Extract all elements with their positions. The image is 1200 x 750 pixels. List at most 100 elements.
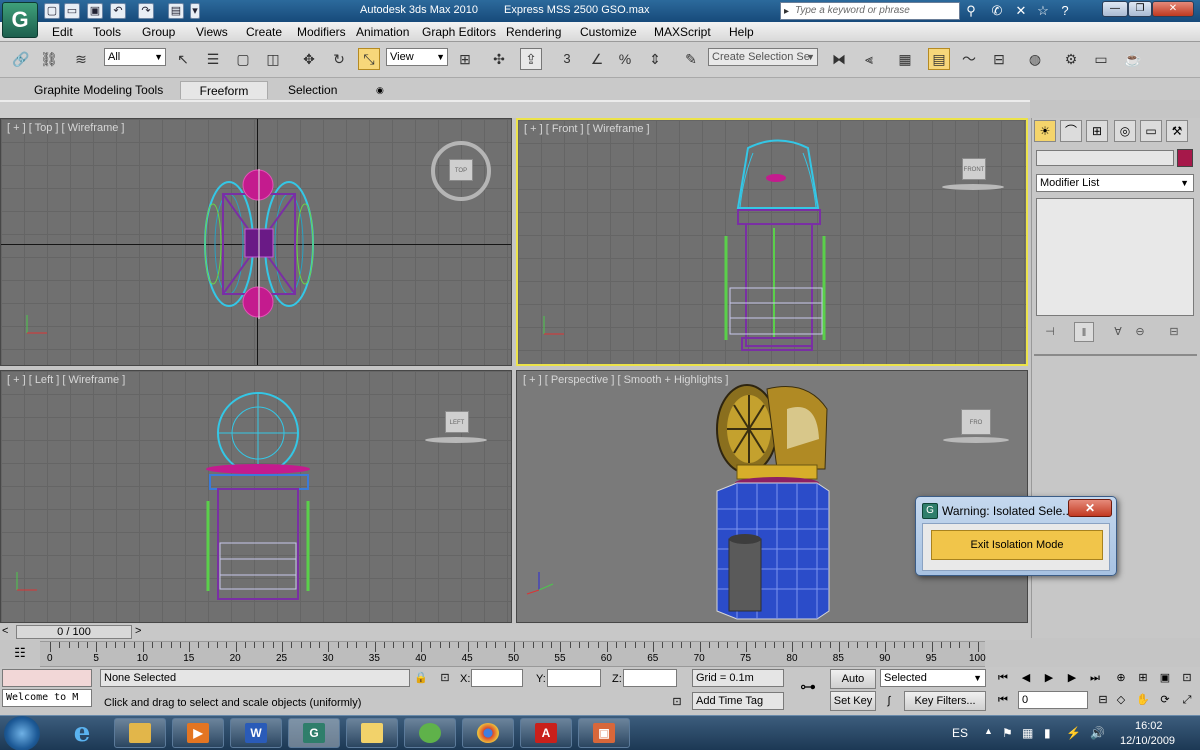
hierarchy-tab-icon[interactable]: ⊞ — [1086, 120, 1108, 142]
time-slider-prev-icon[interactable]: < — [2, 625, 8, 637]
viewcube-icon[interactable]: FRO — [961, 409, 991, 435]
clock-time[interactable]: 16:02 — [1135, 720, 1163, 732]
volume-icon[interactable]: 🔊 — [1090, 726, 1105, 740]
zoom-all-icon[interactable]: ⊞ — [1134, 669, 1152, 687]
window-crossing-icon[interactable]: ◫ — [262, 48, 284, 70]
x-coordinate-input[interactable] — [471, 669, 523, 687]
taskbar-folder[interactable] — [346, 718, 398, 748]
display-tab-icon[interactable]: ▭ — [1140, 120, 1162, 142]
menu-group[interactable]: Group — [142, 25, 175, 39]
key-mode-toggle-icon[interactable]: ⏮ — [994, 691, 1012, 709]
taskbar-tool[interactable]: ▣ — [578, 718, 630, 748]
lock-selection-icon[interactable]: 🔒 — [412, 669, 430, 687]
taskbar-media-player[interactable]: ▶ — [172, 718, 224, 748]
render-setup-icon[interactable]: ⚙ — [1060, 48, 1082, 70]
absolute-mode-icon[interactable]: ⊡ — [436, 669, 454, 687]
menu-tools[interactable]: Tools — [93, 25, 121, 39]
set-key-icon[interactable]: ⊶ — [794, 679, 822, 697]
viewcube-widget[interactable]: FRO — [941, 407, 1011, 447]
tab-freeform[interactable]: Freeform — [180, 81, 268, 99]
taskbar-chrome[interactable] — [462, 718, 514, 748]
make-unique-icon[interactable]: ∀ — [1108, 322, 1128, 342]
maximize-viewport-icon[interactable]: ⤢ — [1178, 691, 1196, 709]
menu-views[interactable]: Views — [196, 25, 228, 39]
create-tab-icon[interactable]: ☀ — [1034, 120, 1056, 142]
restore-button[interactable]: ❐ — [1128, 1, 1152, 17]
battery-icon[interactable]: ▮ — [1044, 726, 1051, 740]
angle-snap-icon[interactable]: ∠ — [586, 48, 608, 70]
minimize-button[interactable]: — — [1102, 1, 1128, 17]
pivot-center-icon[interactable]: ⊞ — [454, 48, 476, 70]
go-to-end-icon[interactable]: ⏭ — [1086, 669, 1104, 687]
object-name-field[interactable] — [1036, 150, 1174, 166]
y-coordinate-input[interactable] — [547, 669, 601, 687]
modify-tab-icon[interactable]: ⌒ — [1060, 120, 1082, 142]
viewcube-icon[interactable]: LEFT — [445, 411, 469, 433]
key-tangent-icon[interactable]: ∫ — [880, 692, 898, 710]
taskbar-explorer[interactable] — [114, 718, 166, 748]
close-window-button[interactable]: ✕ — [1152, 1, 1194, 17]
ribbon-options-icon[interactable]: ◉ — [370, 81, 390, 99]
taskbar-pdf[interactable]: A — [520, 718, 572, 748]
pan-view-icon[interactable]: ✋ — [1134, 691, 1152, 709]
mirror-icon[interactable]: ⧓ — [828, 48, 850, 70]
viewcube-icon[interactable]: TOP — [449, 159, 473, 181]
viewcube-ring[interactable]: TOP — [431, 141, 491, 201]
viewport-label[interactable]: [ + ] [ Perspective ] [ Smooth + Highlig… — [523, 374, 728, 386]
viewport-top[interactable]: [ + ] [ Top ] [ Wireframe ] TOP — [0, 118, 512, 366]
subscription-icon[interactable]: ✕ — [1012, 2, 1030, 20]
time-configuration-icon[interactable]: ⊟ — [1094, 691, 1112, 709]
undo-icon[interactable]: ↶ — [110, 3, 126, 19]
save-file-icon[interactable]: ▣ — [87, 3, 103, 19]
dialog-close-button[interactable]: ✕ — [1068, 499, 1112, 517]
select-and-rotate-icon[interactable]: ↻ — [328, 48, 350, 70]
menu-modifiers[interactable]: Modifiers — [297, 25, 346, 39]
remove-modifier-icon[interactable]: ⊖ — [1130, 322, 1150, 342]
select-by-name-icon[interactable]: ☰ — [202, 48, 224, 70]
keyboard-shortcut-override-icon[interactable]: ⇪ — [520, 48, 542, 70]
select-and-link-icon[interactable]: 🔗 — [10, 48, 32, 70]
menu-edit[interactable]: Edit — [52, 25, 73, 39]
selection-filter-dropdown[interactable]: All ▼ — [104, 48, 166, 66]
viewport-front[interactable]: [ + ] [ Front ] [ Wireframe ] FRONT — [516, 118, 1028, 366]
open-file-icon[interactable]: ▭ — [64, 3, 80, 19]
select-object-icon[interactable]: ↖ — [172, 48, 194, 70]
menu-animation[interactable]: Animation — [356, 25, 409, 39]
maxscript-mini-listener-top[interactable] — [2, 669, 92, 687]
layer-manager-icon[interactable]: ▦ — [894, 48, 916, 70]
zoom-icon[interactable]: ⊕ — [1112, 669, 1130, 687]
taskbar-messenger[interactable] — [404, 718, 456, 748]
time-slider-thumb[interactable]: 0 / 100 — [16, 625, 132, 639]
schematic-view-icon[interactable]: ⊟ — [988, 48, 1010, 70]
search-input[interactable]: ▸ Type a keyword or phrase — [780, 2, 960, 20]
align-icon[interactable]: ⫷ — [858, 48, 880, 70]
quick-access-dropdown-icon[interactable]: ▾ — [190, 3, 200, 19]
curve-editor-icon[interactable]: 〜 — [958, 48, 980, 70]
language-indicator[interactable]: ES — [952, 726, 968, 740]
viewport-left[interactable]: [ + ] [ Left ] [ Wireframe ] LEFT — [0, 370, 512, 623]
current-frame-input[interactable]: 0 — [1018, 691, 1088, 709]
unlink-icon[interactable]: ⛓ — [38, 48, 60, 70]
time-slider[interactable]: < 0 / 100 > — [0, 624, 1030, 640]
power-icon[interactable]: ⚡ — [1066, 726, 1081, 740]
viewcube-widget[interactable]: LEFT — [425, 409, 487, 445]
configure-modifier-sets-icon[interactable]: ⊟ — [1164, 322, 1184, 342]
edit-named-selection-icon[interactable]: ✎ — [680, 48, 702, 70]
menu-create[interactable]: Create — [246, 25, 282, 39]
tab-selection[interactable]: Selection — [282, 81, 343, 99]
percent-snap-icon[interactable]: % — [614, 48, 636, 70]
help-icon[interactable]: ? — [1056, 2, 1074, 20]
select-and-move-icon[interactable]: ✥ — [298, 48, 320, 70]
pin-stack-icon[interactable]: ⊣ — [1040, 322, 1060, 342]
field-of-view-icon[interactable]: ◇ — [1112, 691, 1130, 709]
action-center-icon[interactable]: ⚑ — [1002, 726, 1013, 740]
rendered-frame-window-icon[interactable]: ▭ — [1090, 48, 1112, 70]
auto-key-button[interactable]: Auto Key — [830, 669, 876, 703]
rectangular-selection-icon[interactable]: ▢ — [232, 48, 254, 70]
orbit-icon[interactable]: ⟳ — [1156, 691, 1174, 709]
favorites-star-icon[interactable]: ☆ — [1034, 2, 1052, 20]
mini-curve-editor-icon[interactable]: ☷ — [8, 645, 32, 663]
communication-center-icon[interactable]: ✆ — [988, 2, 1006, 20]
menu-rendering[interactable]: Rendering — [506, 25, 561, 39]
manipulate-icon[interactable]: ✣ — [488, 48, 510, 70]
